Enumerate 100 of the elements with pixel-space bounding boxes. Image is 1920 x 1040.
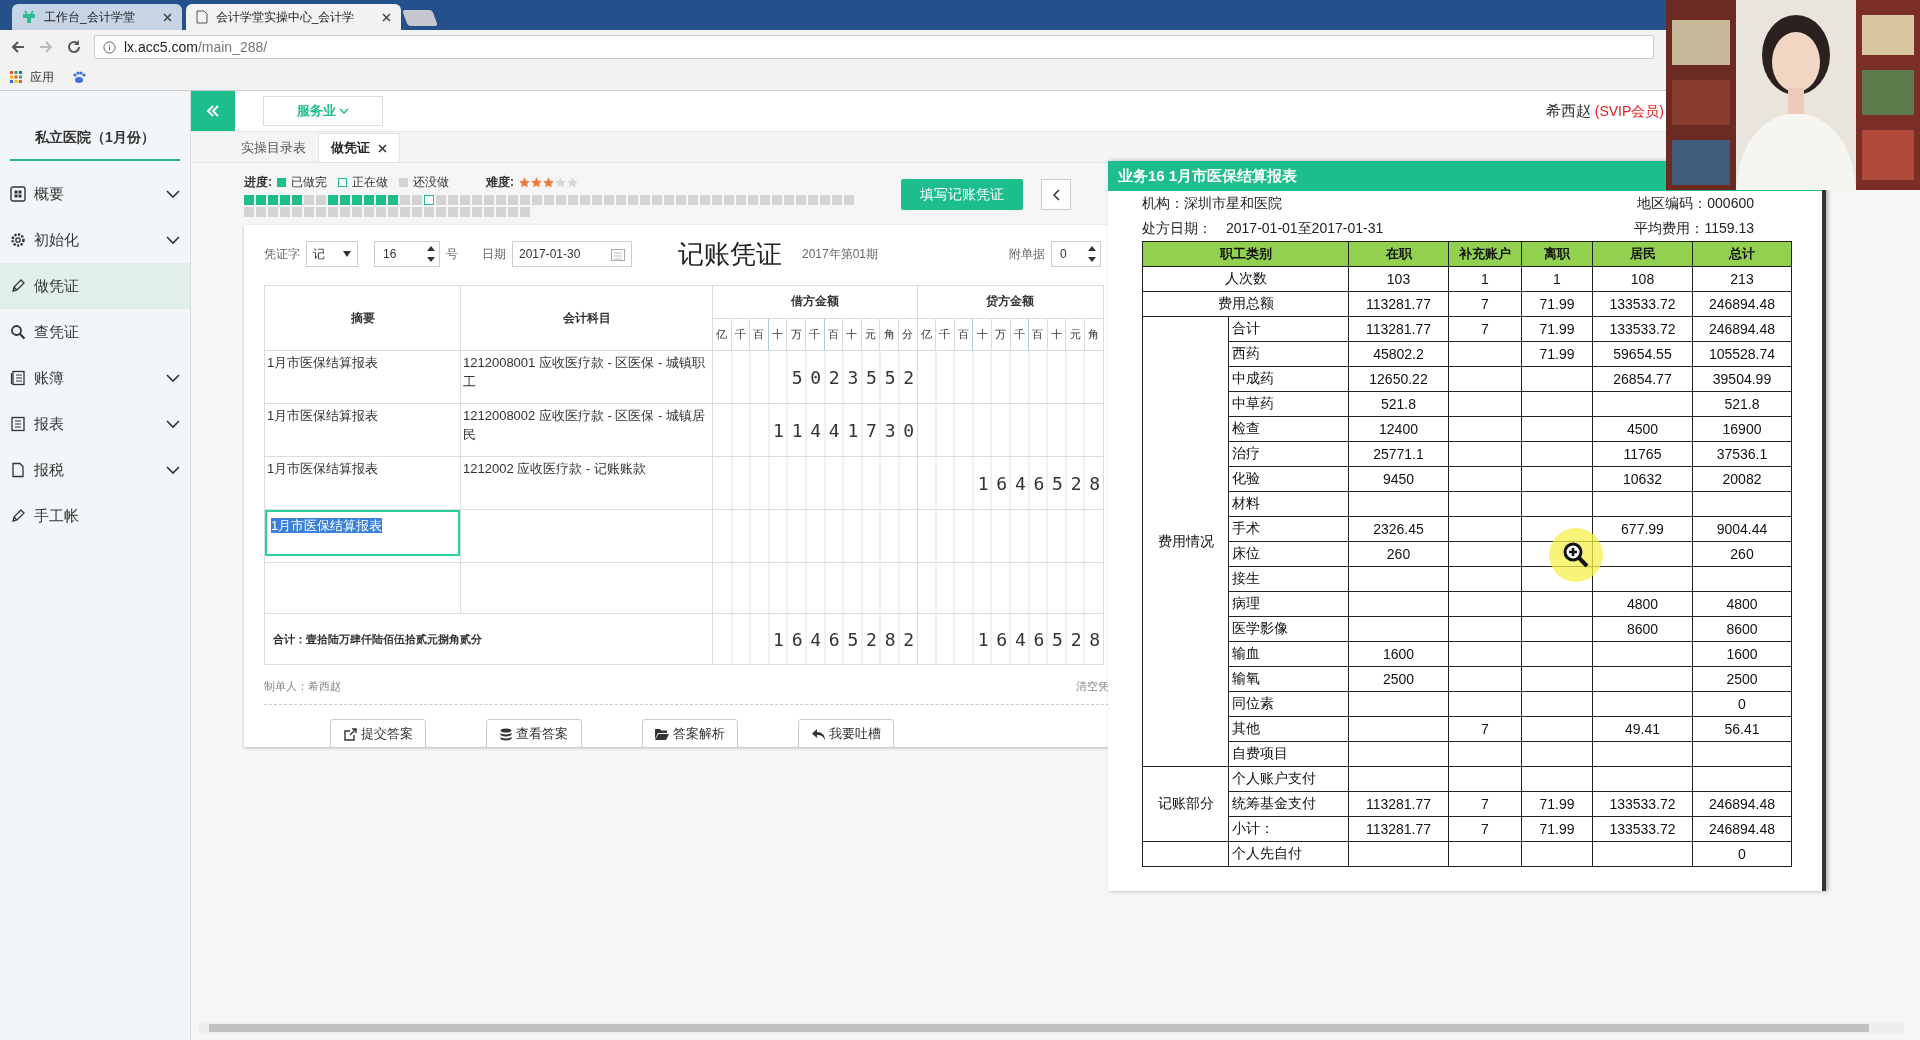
new-tab-button[interactable] [402,10,439,26]
progress-step[interactable] [424,195,434,205]
progress-step[interactable] [556,195,566,205]
close-icon[interactable] [378,143,387,153]
progress-step[interactable] [484,207,494,217]
progress-step[interactable] [328,207,338,217]
apps-icon[interactable] [10,71,22,83]
progress-step[interactable] [820,195,830,205]
progress-step[interactable] [376,207,386,217]
progress-step[interactable] [268,207,278,217]
progress-step[interactable] [412,195,422,205]
sidebar-item[interactable]: 账簿 [0,355,190,401]
progress-step[interactable] [580,195,590,205]
progress-step[interactable] [508,195,518,205]
progress-step[interactable] [832,195,842,205]
progress-step[interactable] [688,195,698,205]
progress-step[interactable] [508,207,518,217]
progress-step[interactable] [340,207,350,217]
progress-step[interactable] [400,207,410,217]
progress-step[interactable] [292,195,302,205]
progress-step[interactable] [436,195,446,205]
progress-step[interactable] [412,207,422,217]
browser-tab[interactable]: 工作台_会计学堂 [12,4,182,30]
reload-icon[interactable] [66,39,82,55]
progress-step[interactable] [616,195,626,205]
sidebar-item[interactable]: 查凭证 [0,309,190,355]
progress-step[interactable] [724,195,734,205]
spinner-icon[interactable] [427,244,435,264]
progress-step[interactable] [364,207,374,217]
browser-tab[interactable]: 会计学堂实操中心_会计学 [185,4,402,30]
paw-icon[interactable] [72,70,86,84]
action-button[interactable]: 我要吐槽 [798,719,894,747]
collapse-button[interactable] [191,91,235,131]
progress-step[interactable] [256,207,266,217]
progress-step[interactable] [496,195,506,205]
sidebar-item[interactable]: 初始化 [0,217,190,263]
progress-step[interactable] [244,207,254,217]
progress-step[interactable] [592,195,602,205]
progress-step[interactable] [316,207,326,217]
progress-step[interactable] [448,207,458,217]
page-tab[interactable]: 实操目录表 [229,134,318,162]
address-field[interactable]: lx.acc5.com/main_288/ [94,35,1654,59]
sidebar-item[interactable]: 报税 [0,447,190,493]
progress-step[interactable] [448,195,458,205]
clear-voucher-link[interactable]: 清空凭 [1076,679,1109,694]
progress-step[interactable] [364,195,374,205]
calendar-icon[interactable] [611,247,625,261]
voucher-number-field[interactable]: 16 [374,241,440,267]
sidebar-item[interactable]: 报表 [0,401,190,447]
progress-step[interactable] [604,195,614,205]
progress-step[interactable] [268,195,278,205]
progress-step[interactable] [424,207,434,217]
progress-step[interactable] [700,195,710,205]
forward-icon[interactable] [38,39,54,55]
progress-step[interactable] [280,207,290,217]
progress-step[interactable] [736,195,746,205]
progress-step[interactable] [256,195,266,205]
progress-step[interactable] [652,195,662,205]
progress-step[interactable] [460,195,470,205]
progress-step[interactable] [472,195,482,205]
progress-step[interactable] [568,195,578,205]
progress-step[interactable] [292,207,302,217]
progress-step[interactable] [316,195,326,205]
page-tab[interactable]: 做凭证 [318,133,400,162]
progress-step[interactable] [676,195,686,205]
summary-input[interactable]: 1月市医保结算报表 [265,510,460,556]
progress-step[interactable] [436,207,446,217]
date-field[interactable]: 2017-01-30 [512,241,632,267]
progress-step[interactable] [352,195,362,205]
progress-step[interactable] [532,195,542,205]
progress-step[interactable] [352,207,362,217]
progress-step[interactable] [484,195,494,205]
progress-step[interactable] [544,195,554,205]
close-icon[interactable] [162,12,172,22]
bookmark-link[interactable]: 应用 [30,68,54,86]
progress-step[interactable] [772,195,782,205]
progress-step[interactable] [304,207,314,217]
progress-step[interactable] [808,195,818,205]
progress-step[interactable] [640,195,650,205]
progress-step[interactable] [496,207,506,217]
previous-button[interactable] [1041,179,1071,210]
horizontal-scrollbar[interactable] [199,1022,1904,1034]
spinner-icon[interactable] [1088,244,1096,264]
voucher-word-select[interactable]: 记 [306,241,358,267]
sidebar-item[interactable]: 概要 [0,171,190,217]
progress-step[interactable] [712,195,722,205]
progress-step[interactable] [340,195,350,205]
progress-step[interactable] [784,195,794,205]
back-icon[interactable] [10,39,26,55]
progress-step[interactable] [460,207,470,217]
action-button[interactable]: 查看答案 [486,719,582,747]
sidebar-item[interactable]: 做凭证 [0,263,190,309]
progress-step[interactable] [628,195,638,205]
close-icon[interactable] [382,12,392,22]
progress-step[interactable] [796,195,806,205]
progress-step[interactable] [376,195,386,205]
progress-step[interactable] [244,195,254,205]
progress-step[interactable] [328,195,338,205]
progress-step[interactable] [748,195,758,205]
attachments-field[interactable]: 0 [1051,241,1101,267]
